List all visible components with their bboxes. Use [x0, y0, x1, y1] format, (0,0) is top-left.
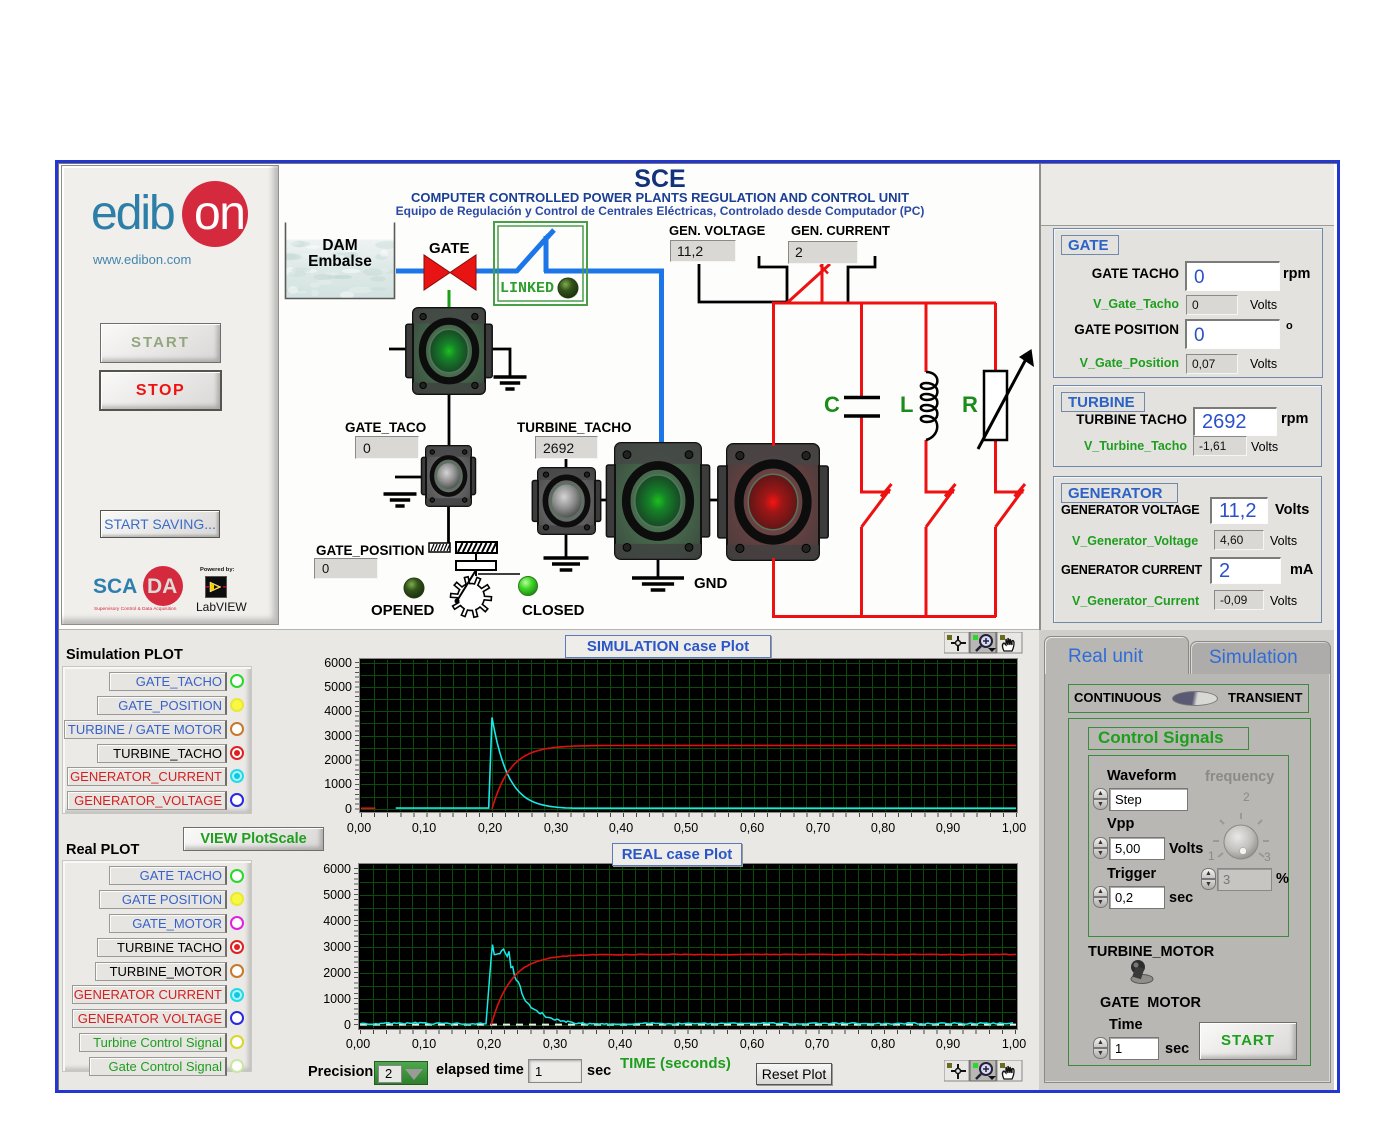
svg-text:R: R	[962, 392, 978, 417]
svg-text:GND: GND	[694, 575, 728, 592]
svg-text:L: L	[900, 392, 913, 417]
svg-text:C: C	[824, 392, 840, 417]
